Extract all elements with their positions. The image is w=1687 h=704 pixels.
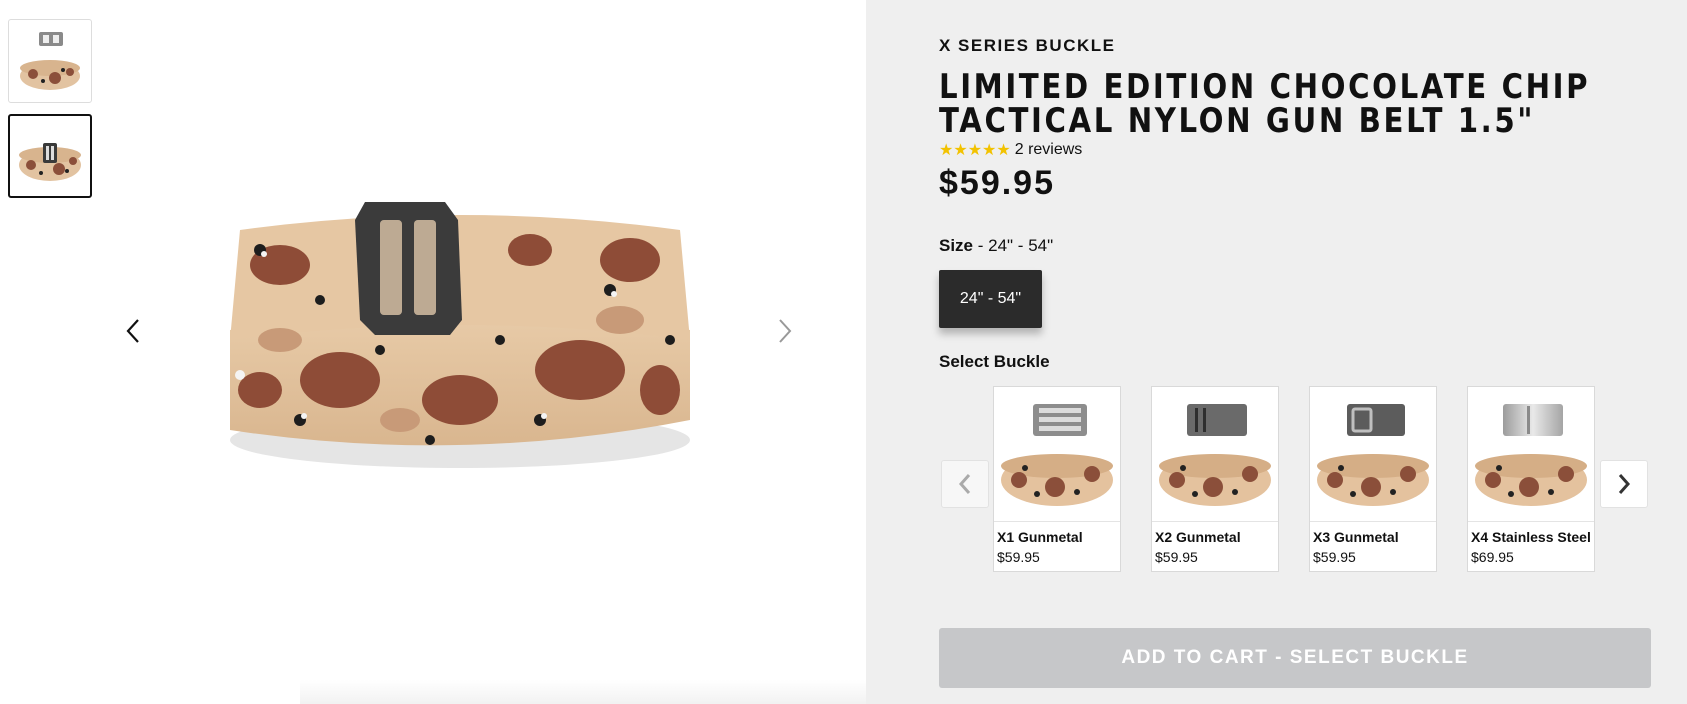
thumbnail-1[interactable] (8, 19, 92, 103)
add-to-cart-button[interactable]: ADD TO CART - SELECT BUCKLE (939, 628, 1651, 688)
buckle-price: $59.95 (1313, 549, 1356, 565)
size-label-text: Size (939, 236, 974, 255)
belt-main-image (230, 202, 690, 468)
chevron-left-icon (126, 319, 139, 343)
product-title-line-2: TACTICAL NYLON GUN BELT 1.5" (939, 101, 1536, 141)
x1-buckle-image (1001, 403, 1113, 506)
product-page: X SERIES BUCKLE LIMITED EDITION CHOCOLAT… (0, 0, 1687, 704)
x2-buckle-image (1159, 403, 1271, 506)
gallery-prev-button[interactable] (118, 316, 148, 346)
size-selected-value: - 24" - 54" (973, 236, 1054, 255)
star-rating-icon: ★★★★★ (939, 142, 1011, 159)
x4-buckle-image (1475, 403, 1587, 506)
product-price: $59.95 (939, 164, 1055, 202)
product-series: X SERIES BUCKLE (939, 36, 1116, 55)
buckle-price: $59.95 (997, 549, 1040, 565)
buckle-card-x4[interactable]: X4 Stainless Steel $69.95 (1467, 386, 1595, 572)
x3-buckle-image (1317, 403, 1429, 506)
buckle-carousel-next-button[interactable] (1600, 460, 1648, 508)
buckle-card-image (994, 387, 1120, 522)
buckle-carousel-prev-button[interactable] (941, 460, 989, 508)
thumbnail-2[interactable] (8, 114, 92, 198)
product-title-line-1: LIMITED EDITION CHOCOLATE CHIP (939, 67, 1591, 107)
buckle-price: $69.95 (1471, 549, 1514, 565)
reviews-link[interactable]: 2 reviews (1015, 141, 1083, 159)
belt-thumbnail-image (20, 32, 80, 90)
size-option-button[interactable]: 24" - 54" (939, 270, 1042, 328)
select-buckle-label: Select Buckle (939, 352, 1050, 371)
buckle-name: X1 Gunmetal (997, 529, 1083, 545)
buckle-card-x3[interactable]: X3 Gunmetal $59.95 (1309, 386, 1437, 572)
product-rating[interactable]: ★★★★★ 2 reviews (939, 140, 1082, 160)
buckle-card-x2[interactable]: X2 Gunmetal $59.95 (1151, 386, 1279, 572)
product-title: LIMITED EDITION CHOCOLATE CHIP TACTICAL … (939, 67, 1591, 141)
gallery-next-button[interactable] (770, 316, 800, 346)
buckle-name: X2 Gunmetal (1155, 529, 1241, 545)
chevron-right-icon (779, 319, 792, 343)
product-gallery (0, 0, 866, 704)
product-info-panel: X SERIES BUCKLE LIMITED EDITION CHOCOLAT… (866, 0, 1687, 704)
thumbnail-list (8, 19, 92, 209)
buckle-card-image (1468, 387, 1594, 522)
buckle-name: X3 Gunmetal (1313, 529, 1399, 545)
buckle-name: X4 Stainless Steel (1471, 529, 1591, 545)
buckle-price: $59.95 (1155, 549, 1198, 565)
buckle-card-image (1310, 387, 1436, 522)
gallery-bottom-shadow (300, 680, 866, 704)
size-label: Size - 24" - 54" (939, 236, 1053, 256)
buckle-card-x1[interactable]: X1 Gunmetal $59.95 (993, 386, 1121, 572)
chevron-right-icon (1618, 474, 1631, 494)
buckle-card-image (1152, 387, 1278, 522)
belt-thumbnail-image (19, 143, 81, 181)
chevron-left-icon (958, 474, 971, 494)
